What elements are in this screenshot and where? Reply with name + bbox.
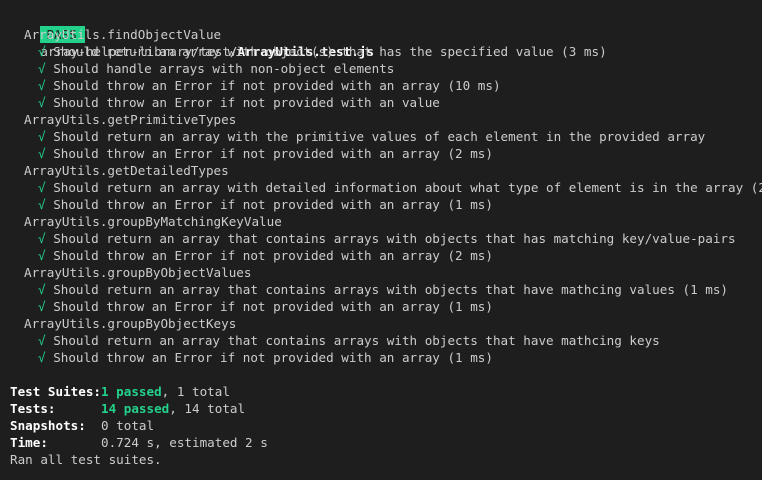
test-result: √ Should return an array with detailed i… xyxy=(38,179,762,196)
test-name: Should handle arrays with non-object ele… xyxy=(53,61,395,76)
suite-name: ArrayUtils.findObjectValue xyxy=(24,27,222,42)
test-name: Should return an array with detailed inf… xyxy=(53,180,762,195)
test-result: √ Should throw an Error if not provided … xyxy=(38,298,493,315)
suite-name: ArrayUtils.groupByObjectValues xyxy=(24,265,252,280)
terminal[interactable]: PASS array-helper-library/test/ArrayUtil… xyxy=(0,0,762,480)
test-result: √ Should throw an Error if not provided … xyxy=(38,145,493,162)
test-result: √ Should return an array with the primit… xyxy=(38,128,705,145)
test-name: Should return an array that contains arr… xyxy=(53,333,660,348)
test-name: Should return an array with the primitiv… xyxy=(53,129,706,144)
test-result: √ Should return an array with object(s) … xyxy=(38,43,607,60)
check-icon: √ xyxy=(38,350,46,365)
summary-passed: 1 passed xyxy=(101,384,162,399)
suite-name: ArrayUtils.groupByObjectKeys xyxy=(24,316,237,331)
summary-test-suites: Test Suites:1 passed, 1 total xyxy=(10,383,230,400)
check-icon: √ xyxy=(38,129,46,144)
test-name: Should return an array that contains arr… xyxy=(53,231,736,246)
check-icon: √ xyxy=(38,197,46,212)
check-icon: √ xyxy=(38,61,46,76)
check-icon: √ xyxy=(38,248,46,263)
summary-label: Snapshots: xyxy=(10,418,86,433)
test-name: Should return an array that contains arr… xyxy=(53,282,728,297)
summary-value: 0.724 s, estimated 2 s xyxy=(101,435,268,450)
check-icon: √ xyxy=(38,299,46,314)
test-name: Should return an array with object(s) th… xyxy=(53,44,607,59)
summary-label: Time: xyxy=(10,435,48,450)
test-name: Should throw an Error if not provided wi… xyxy=(53,95,440,110)
suite-name: ArrayUtils.getDetailedTypes xyxy=(24,163,229,178)
check-icon: √ xyxy=(38,231,46,246)
suite-name: ArrayUtils.groupByMatchingKeyValue xyxy=(24,214,282,229)
check-icon: √ xyxy=(38,146,46,161)
test-result: √ Should throw an Error if not provided … xyxy=(38,196,493,213)
test-result: √ Should return an array that contains a… xyxy=(38,332,660,349)
test-name: Should throw an Error if not provided wi… xyxy=(53,197,493,212)
summary-tests: Tests: 14 passed, 14 total xyxy=(10,400,245,417)
test-result: √ Should throw an Error if not provided … xyxy=(38,349,493,366)
test-name: Should throw an Error if not provided wi… xyxy=(53,299,493,314)
test-result: √ Should throw an Error if not provided … xyxy=(38,94,440,111)
test-result: √ Should throw an Error if not provided … xyxy=(38,247,493,264)
summary-value: 0 total xyxy=(101,418,155,433)
summary-snapshots: Snapshots: 0 total xyxy=(10,417,154,434)
test-name: Should throw an Error if not provided wi… xyxy=(53,248,493,263)
test-result: √ Should handle arrays with non-object e… xyxy=(38,60,394,77)
test-name: Should throw an Error if not provided wi… xyxy=(53,78,501,93)
test-name: Should throw an Error if not provided wi… xyxy=(53,146,493,161)
test-result: √ Should return an array that contains a… xyxy=(38,281,728,298)
summary-total: , 1 total xyxy=(161,384,230,399)
summary-passed: 14 passed xyxy=(101,401,170,416)
check-icon: √ xyxy=(38,333,46,348)
suite-name: ArrayUtils.getPrimitiveTypes xyxy=(24,112,237,127)
test-name: Should throw an Error if not provided wi… xyxy=(53,350,493,365)
summary-time: Time: 0.724 s, estimated 2 s xyxy=(10,434,268,451)
test-result: √ Should return an array that contains a… xyxy=(38,230,736,247)
check-icon: √ xyxy=(38,44,46,59)
check-icon: √ xyxy=(38,282,46,297)
summary-total: , 14 total xyxy=(169,401,246,416)
summary-label: Tests: xyxy=(10,401,56,416)
test-result: √ Should throw an Error if not provided … xyxy=(38,77,501,94)
check-icon: √ xyxy=(38,95,46,110)
check-icon: √ xyxy=(38,180,46,195)
summary-footer: Ran all test suites. xyxy=(10,452,162,467)
check-icon: √ xyxy=(38,78,46,93)
summary-label: Test Suites: xyxy=(10,384,101,399)
test-file-header: PASS array-helper-library/test/ArrayUtil… xyxy=(10,9,374,59)
